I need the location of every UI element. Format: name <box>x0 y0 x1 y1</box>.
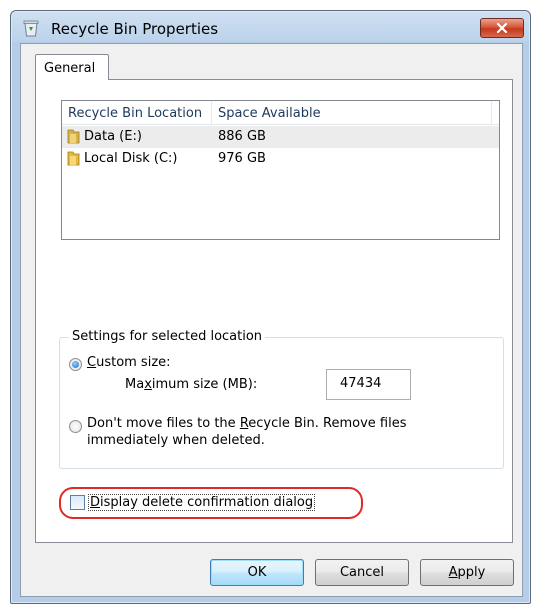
custom-size-radio[interactable] <box>69 358 82 371</box>
column-header-space[interactable]: Space Available <box>212 101 492 125</box>
recycle-bin-properties-window: Recycle Bin Properties General Recycle B… <box>10 10 531 604</box>
ok-button[interactable]: OK <box>210 559 304 586</box>
window-title: Recycle Bin Properties <box>51 20 219 38</box>
settings-group-label: Settings for selected location <box>69 329 266 344</box>
drive-folder-icon <box>67 129 80 144</box>
dont-move-files-label[interactable]: Don't move files to the Recycle Bin. Rem… <box>87 416 407 431</box>
maximum-size-input[interactable]: 47434 <box>326 369 411 400</box>
recycle-bin-location-list[interactable]: Recycle Bin Location Space Available Dat… <box>61 100 500 240</box>
tab-general-label: General <box>44 61 96 76</box>
dialog-client-area: General Recycle Bin Location Space Avail… <box>20 43 523 597</box>
close-icon <box>496 23 508 33</box>
row-location: Local Disk (C:) <box>84 151 178 166</box>
list-row-data-e[interactable]: Data (E:) 886 GB <box>62 126 499 148</box>
display-delete-confirmation-checkbox[interactable] <box>70 495 85 510</box>
apply-button[interactable]: Apply <box>420 559 514 586</box>
column-header-location[interactable]: Recycle Bin Location <box>62 101 212 125</box>
recycle-bin-icon <box>23 20 39 37</box>
row-space: 886 GB <box>218 129 266 144</box>
maximum-size-label: Maximum size (MB): <box>125 377 258 392</box>
display-delete-confirmation-label[interactable]: Display delete confirmation dialog <box>88 494 316 511</box>
list-row-local-disk-c[interactable]: Local Disk (C:) 976 GB <box>62 148 499 170</box>
custom-size-label[interactable]: Custom size: <box>87 355 171 370</box>
tab-general[interactable]: General <box>35 54 109 80</box>
row-space: 976 GB <box>218 151 266 166</box>
general-tab-panel: Recycle Bin Location Space Available Dat… <box>35 79 513 543</box>
title-bar[interactable]: Recycle Bin Properties <box>11 11 530 43</box>
cancel-button[interactable]: Cancel <box>315 559 409 586</box>
dont-move-files-label-line2[interactable]: immediately when deleted. <box>87 433 265 448</box>
close-button[interactable] <box>480 18 524 38</box>
row-location: Data (E:) <box>84 129 142 144</box>
dont-move-files-radio[interactable] <box>69 420 82 433</box>
drive-folder-icon <box>67 151 80 166</box>
list-header: Recycle Bin Location Space Available <box>62 101 499 125</box>
